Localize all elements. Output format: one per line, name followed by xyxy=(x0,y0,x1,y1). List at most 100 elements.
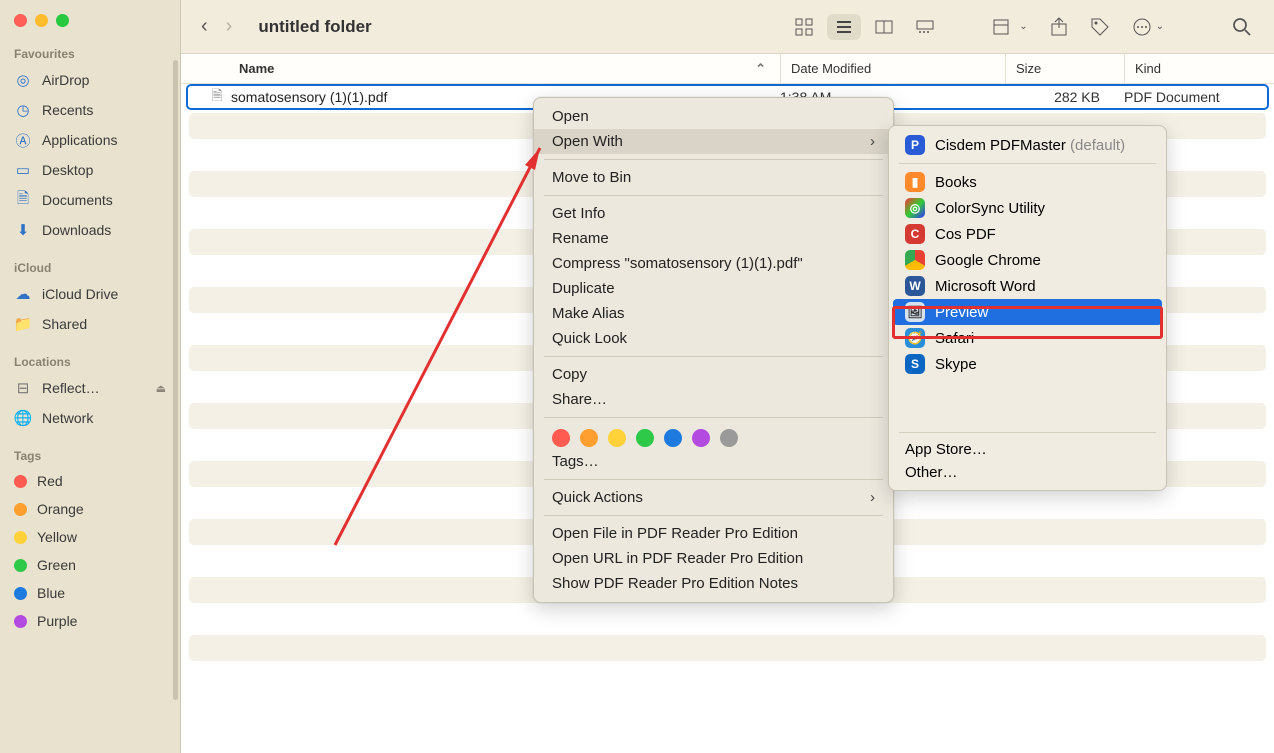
menu-separator xyxy=(544,515,883,516)
tag-color-yellow[interactable] xyxy=(608,429,626,447)
sidebar-item-downloads[interactable]: ⬇ Downloads xyxy=(0,215,180,245)
airdrop-icon: ◎ xyxy=(14,71,32,89)
tag-color-orange[interactable] xyxy=(580,429,598,447)
sort-asc-icon: ⌃ xyxy=(755,61,766,77)
sidebar-tag-purple[interactable]: Purple xyxy=(0,607,180,635)
column-size-header[interactable]: Size xyxy=(1005,54,1124,83)
app-label: Microsoft Word xyxy=(935,278,1036,295)
menu-duplicate[interactable]: Duplicate xyxy=(534,276,893,301)
menu-rename[interactable]: Rename xyxy=(534,226,893,251)
sidebar-item-desktop[interactable]: ▭ Desktop xyxy=(0,155,180,185)
tag-color-gray[interactable] xyxy=(720,429,738,447)
chevron-down-icon: ⌄ xyxy=(1019,21,1027,32)
tag-color-green[interactable] xyxy=(636,429,654,447)
column-name-header[interactable]: Name ⌃ xyxy=(181,54,780,83)
sidebar-tag-red[interactable]: Red xyxy=(0,467,180,495)
cospdf-icon: C xyxy=(905,224,925,244)
sidebar-item-label: Yellow xyxy=(37,529,77,545)
empty-row xyxy=(189,635,1266,661)
sidebar-item-recents[interactable]: ◷ Recents xyxy=(0,95,180,125)
sidebar-item-shared[interactable]: 📁 Shared xyxy=(0,309,180,339)
action-button[interactable]: ⌄ xyxy=(1124,11,1172,43)
forward-button[interactable]: › xyxy=(220,13,239,40)
submenu-skype[interactable]: SSkype xyxy=(889,351,1166,377)
locations-heading: Locations xyxy=(0,349,180,373)
tag-color-blue[interactable] xyxy=(664,429,682,447)
sidebar-item-network[interactable]: 🌐 Network xyxy=(0,403,180,433)
sidebar-item-airdrop[interactable]: ◎ AirDrop xyxy=(0,65,180,95)
file-kind: PDF Document xyxy=(1114,89,1264,105)
menu-tags-more[interactable]: Tags… xyxy=(534,449,893,474)
file-icon: 🗎 xyxy=(209,88,225,106)
sidebar-tag-blue[interactable]: Blue xyxy=(0,579,180,607)
sidebar-item-label: Green xyxy=(37,557,76,573)
share-button[interactable] xyxy=(1042,11,1076,43)
sidebar-item-label: Orange xyxy=(37,501,84,517)
desktop-icon: ▭ xyxy=(14,161,32,179)
cisdem-icon: P xyxy=(905,135,925,155)
view-gallery-button[interactable] xyxy=(907,14,943,40)
menu-get-info[interactable]: Get Info xyxy=(534,201,893,226)
submenu-books[interactable]: ▮Books xyxy=(889,169,1166,195)
menu-quick-look[interactable]: Quick Look xyxy=(534,326,893,351)
gallery-icon xyxy=(915,20,935,34)
colorsync-icon: ◎ xyxy=(905,198,925,218)
column-kind-header[interactable]: Kind xyxy=(1124,54,1274,83)
menu-open-url-pdf-pro[interactable]: Open URL in PDF Reader Pro Edition xyxy=(534,546,893,571)
sidebar-item-icloud-drive[interactable]: ☁ iCloud Drive xyxy=(0,279,180,309)
traffic-lights xyxy=(0,10,180,41)
sidebar-tag-yellow[interactable]: Yellow xyxy=(0,523,180,551)
submenu-colorsync[interactable]: ◎ ColorSync Utility xyxy=(889,195,1166,221)
maximize-button[interactable] xyxy=(56,14,69,27)
sidebar-item-label: Reflect… xyxy=(42,380,100,396)
menu-open-pdf-pro[interactable]: Open File in PDF Reader Pro Edition xyxy=(534,521,893,546)
view-columns-button[interactable] xyxy=(867,14,901,40)
tag-color-purple[interactable] xyxy=(692,429,710,447)
close-button[interactable] xyxy=(14,14,27,27)
submenu-preview[interactable]: 🖼Preview xyxy=(893,299,1162,325)
menu-move-to-bin[interactable]: Move to Bin xyxy=(534,165,893,190)
view-icons-button[interactable] xyxy=(787,12,821,42)
eject-icon[interactable]: ⏏ xyxy=(156,382,166,395)
menu-separator xyxy=(544,195,883,196)
menu-open[interactable]: Open xyxy=(534,104,893,129)
menu-compress[interactable]: Compress "somatosensory (1)(1).pdf" xyxy=(534,251,893,276)
view-list-button[interactable] xyxy=(827,14,861,40)
app-label: Cos PDF xyxy=(935,226,996,243)
submenu-word[interactable]: WMicrosoft Word xyxy=(889,273,1166,299)
sidebar-item-label: Documents xyxy=(42,192,113,208)
menu-quick-actions[interactable]: Quick Actions› xyxy=(534,485,893,510)
submenu-safari[interactable]: 🧭 Safari xyxy=(889,325,1166,351)
tag-button[interactable] xyxy=(1082,11,1118,43)
search-button[interactable] xyxy=(1224,11,1260,43)
submenu-app-store[interactable]: App Store… xyxy=(889,438,1166,461)
submenu-chrome[interactable]: Google Chrome xyxy=(889,247,1166,273)
menu-open-with[interactable]: Open With› xyxy=(534,129,893,154)
tag-color-red[interactable] xyxy=(552,429,570,447)
sidebar-item-documents[interactable]: 🗎 Documents xyxy=(0,185,180,215)
submenu-default-app[interactable]: P Cisdem PDFMaster (default) xyxy=(889,132,1166,158)
sidebar-item-reflect[interactable]: ⊟ Reflect… ⏏ xyxy=(0,373,180,403)
menu-separator xyxy=(544,159,883,160)
submenu-other[interactable]: Other… xyxy=(889,461,1166,484)
app-label: Skype xyxy=(935,356,977,373)
safari-icon: 🧭 xyxy=(905,328,925,348)
menu-copy[interactable]: Copy xyxy=(534,362,893,387)
sidebar-item-label: iCloud Drive xyxy=(42,286,118,302)
menu-show-notes-pdf-pro[interactable]: Show PDF Reader Pro Edition Notes xyxy=(534,571,893,596)
menu-share[interactable]: Share… xyxy=(534,387,893,412)
app-label: Safari xyxy=(935,330,974,347)
toolbar: ‹ › untitled folder ⌄ xyxy=(181,0,1274,54)
sidebar-tag-orange[interactable]: Orange xyxy=(0,495,180,523)
menu-make-alias[interactable]: Make Alias xyxy=(534,301,893,326)
minimize-button[interactable] xyxy=(35,14,48,27)
column-date-header[interactable]: Date Modified xyxy=(780,54,1005,83)
sidebar-tag-green[interactable]: Green xyxy=(0,551,180,579)
group-button[interactable]: ⌄ xyxy=(985,13,1035,41)
chevron-down-icon: ⌄ xyxy=(1156,21,1164,32)
sidebar-item-applications[interactable]: Ⓐ Applications xyxy=(0,125,180,155)
app-label: ColorSync Utility xyxy=(935,200,1045,217)
tag-dot-icon xyxy=(14,615,27,628)
back-button[interactable]: ‹ xyxy=(195,13,214,40)
submenu-cos-pdf[interactable]: C Cos PDF xyxy=(889,221,1166,247)
